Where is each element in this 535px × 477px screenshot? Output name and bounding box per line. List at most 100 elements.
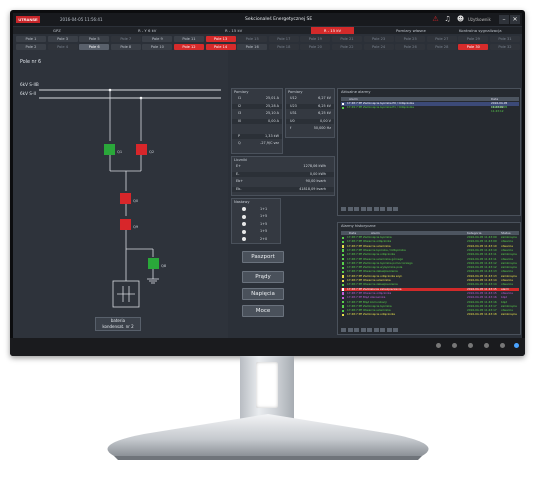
pager-button[interactable] [393,207,398,211]
field-tab[interactable]: Pole 22 [332,44,362,50]
capacitor-bank-label[interactable]: bateria kondensat. nr 2 [95,317,141,331]
pager-button[interactable] [360,328,366,332]
setting-radio[interactable] [242,207,246,211]
pager-button[interactable] [360,207,366,211]
field-tab[interactable]: Pole 17 [268,36,299,42]
setting-radio[interactable] [242,229,246,234]
history-alarms-title: Alarmy historyczne [341,224,376,228]
setting-radio[interactable] [242,222,246,226]
alarm-severity-icon [342,309,345,313]
field-tab[interactable]: Pole 15 [237,36,268,42]
measurement-row: U12 6,27 kV [286,96,334,102]
monitor-button-5[interactable] [500,343,505,348]
measurement-row: E- 0,00 kWh [232,171,334,177]
close-button[interactable]: ✕ [510,15,520,24]
alarm-text: 17:49:7 PE Zamknięcie łącznika P1 / Odłą… [347,105,414,110]
pager-button[interactable] [354,328,359,332]
measurement-row: P 1,33 kW [232,133,282,139]
voltages-button[interactable]: Napięcia [242,288,284,300]
circuit-breaker[interactable] [120,193,131,204]
setting-radio-label: 1+5 [260,214,268,218]
currents-panel-title: Pomiary [234,90,249,94]
header-pomiary[interactable]: Pomiary własne [396,27,426,34]
field-tab[interactable]: Pole 28 [426,44,457,50]
power-led[interactable] [514,343,519,348]
field-tab[interactable]: Pole 18 [268,44,299,50]
field-tab[interactable]: Pole 31 [490,36,520,42]
line-disconnector[interactable] [120,219,131,230]
alarm-text: 17:48:7 PE Zamknięcie odłącznika [347,312,396,317]
pager-button[interactable] [373,207,379,211]
svg-text:Q8: Q8 [161,264,167,268]
field-tab[interactable]: Pole 23 [363,36,394,42]
setting-radio-label: 1+5 [260,221,268,226]
field-tab[interactable]: Pole 29 [458,36,489,42]
monitor-button-4[interactable] [484,343,489,348]
pager-button[interactable] [373,328,379,332]
measurement-row [232,126,282,132]
setting-radio[interactable] [242,237,246,241]
alarm-row[interactable]: 17:48:7 PE Zamknięcie odłącznika 2016-04-… [341,313,519,317]
pager-button[interactable] [347,328,353,332]
user-icon[interactable]: ☻ [456,15,465,24]
alarm-row[interactable]: 17:49:7 PE Zamknięcie łącznika P1 / Odłą… [341,105,519,113]
alarm-severity-icon [342,292,345,295]
field-tab[interactable]: Pole 21 [332,36,362,42]
alarm-severity-icon [342,296,345,300]
power-button[interactable]: Moce [242,305,284,317]
measurement-value: 0,00 V [320,118,331,123]
alarm-severity-icon [342,301,345,304]
settings-panel: Nastawy 1+1 1+5 1+5 1+5 2+0 [231,198,281,244]
setting-radio[interactable] [242,214,246,219]
pager-button[interactable] [386,328,392,332]
passport-button[interactable]: Paszport [242,251,284,263]
pager-button[interactable] [347,207,353,211]
pager-button[interactable] [380,328,385,332]
disconnector-1-closed[interactable] [104,144,115,155]
pager-button[interactable] [367,207,372,211]
header-alert-badge[interactable]: R - 15 kV [311,27,354,34]
currents-panel: Pomiary I1 25,01 A I2 25,28 A I3 25,10 A I0 0,0… [231,88,283,154]
field-tab[interactable]: Pole 32 [490,44,520,50]
field-tab[interactable]: Pole 30 [458,44,489,50]
alarm-bell-icon[interactable]: ⚠ [431,15,440,24]
monitor-button-3[interactable] [468,343,473,348]
measurement-value: 0,00 kWh [309,171,326,176]
field-tab[interactable]: Pole 24 [363,44,394,50]
measurement-key: U12 [290,96,297,100]
pager-button[interactable] [341,328,346,332]
field-tab[interactable]: Pole 19 [300,36,331,42]
disconnector-2-open[interactable] [136,144,147,155]
measurement-value: 1,33 kW [265,133,279,138]
monitor-button-1[interactable] [436,343,441,348]
pager-button[interactable] [367,328,372,332]
field-tab[interactable]: Pole 20 [300,44,331,50]
measurement-row: I0 0,00 A [232,118,282,124]
alarm-date: 2016-04-05 11:43:18 [467,312,497,317]
measurement-key: I1 [238,96,242,100]
pager-button[interactable] [341,207,346,211]
svg-text:Q0: Q0 [133,199,139,203]
pager-button[interactable] [386,207,392,211]
field-tab[interactable]: Pole 25 [395,36,426,42]
energy-counters-panel: Liczniki E+ 1278,06 kWh E- 0,00 kWh Eb+ 90,00… [231,156,335,196]
setting-radio-label: 1+5 [260,229,268,233]
earthing-switch-closed[interactable] [148,258,159,269]
monitor-button-2[interactable] [452,343,457,348]
active-alarms-title: Aktualne alarmy [341,90,371,94]
field-tab[interactable]: Pole 26 [395,44,426,50]
user-label[interactable]: Użytkownik [468,16,491,23]
sound-icon[interactable]: ♫ [443,15,452,24]
minimize-button[interactable]: – [499,15,509,24]
header-sygnalizacja[interactable]: Kontrolna sygnalizacja [459,27,502,34]
field-tab[interactable]: Pole 27 [426,36,457,42]
monitor-stand-base [107,414,429,460]
field-tab[interactable]: Pole 16 [237,44,268,50]
pager-button[interactable] [354,207,359,211]
settings-panel-title: Nastawy [234,200,250,204]
currents-button[interactable]: Prądy [242,271,284,283]
pager-button[interactable] [393,328,398,332]
pager-button[interactable] [380,207,385,211]
alarm-severity-icon [342,275,345,278]
voltages-panel-title: Pomiary [288,90,303,94]
